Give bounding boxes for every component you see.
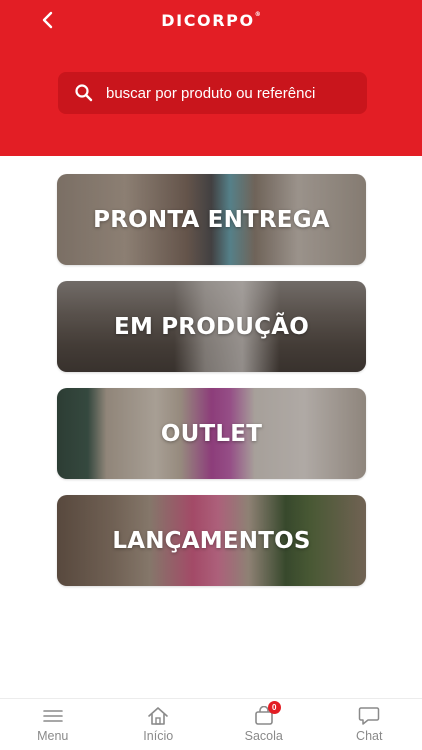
category-list: PRONTA ENTREGA EM PRODUÇÃO OUTLET LANÇAM… xyxy=(57,174,366,586)
bottom-navigation: Menu Início 0 Sacola Chat xyxy=(0,698,422,750)
search-input[interactable]: buscar por produto ou referênci xyxy=(58,72,367,114)
shopping-bag-icon: 0 xyxy=(253,701,281,727)
nav-label: Sacola xyxy=(244,729,283,743)
category-label: LANÇAMENTOS xyxy=(112,527,311,554)
app-header: DICORPO® buscar por produto ou referênci xyxy=(0,0,422,156)
nav-label: Menu xyxy=(37,729,69,743)
nav-item-sacola[interactable]: 0 Sacola xyxy=(211,699,317,750)
chat-bubble-icon xyxy=(358,705,380,727)
category-card-em-producao[interactable]: EM PRODUÇÃO xyxy=(57,281,366,372)
category-card-lancamentos[interactable]: LANÇAMENTOS xyxy=(57,495,366,586)
nav-item-menu[interactable]: Menu xyxy=(0,699,106,750)
nav-item-inicio[interactable]: Início xyxy=(106,699,212,750)
category-label: OUTLET xyxy=(160,420,263,447)
category-label: EM PRODUÇÃO xyxy=(114,313,309,340)
search-placeholder: buscar por produto ou referênci xyxy=(106,84,316,102)
nav-label: Chat xyxy=(356,729,383,743)
brand-logo: DICORPO® xyxy=(161,11,261,30)
hamburger-menu-icon xyxy=(42,705,64,727)
nav-label: Início xyxy=(143,729,174,743)
search-icon xyxy=(75,84,93,102)
category-card-outlet[interactable]: OUTLET xyxy=(57,388,366,479)
nav-item-chat[interactable]: Chat xyxy=(317,699,422,750)
category-label: PRONTA ENTREGA xyxy=(93,206,330,233)
category-card-pronta-entrega[interactable]: PRONTA ENTREGA xyxy=(57,174,366,265)
cart-count-badge: 0 xyxy=(267,701,281,714)
home-icon xyxy=(147,705,169,727)
